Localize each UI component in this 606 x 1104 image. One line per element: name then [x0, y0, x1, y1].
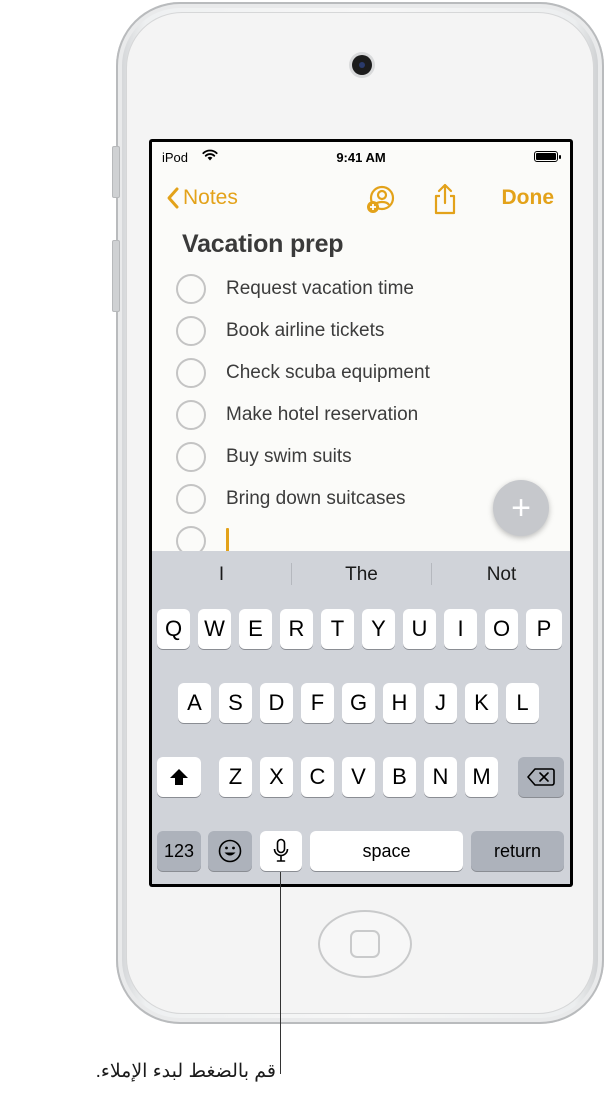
- numbers-key[interactable]: 123: [157, 831, 201, 871]
- key-y[interactable]: Y: [362, 609, 395, 649]
- home-button[interactable]: [318, 910, 412, 978]
- checklist-item[interactable]: Make hotel reservation: [176, 394, 566, 436]
- key-z[interactable]: Z: [219, 757, 252, 797]
- predictive-bar: I The Not: [152, 551, 570, 597]
- checkbox-circle[interactable]: [176, 358, 206, 388]
- checklist-item-label: Check scuba equipment: [226, 362, 430, 383]
- share-people-icon[interactable]: [364, 184, 396, 216]
- key-g[interactable]: G: [342, 683, 375, 723]
- shift-icon: [170, 769, 188, 785]
- return-key[interactable]: return: [471, 831, 564, 871]
- key-i[interactable]: I: [444, 609, 477, 649]
- key-r[interactable]: R: [280, 609, 313, 649]
- key-k[interactable]: K: [465, 683, 498, 723]
- done-button[interactable]: Done: [502, 186, 555, 210]
- checklist-item[interactable]: Buy swim suits: [176, 436, 566, 478]
- key-n[interactable]: N: [424, 757, 457, 797]
- emoji-icon: [218, 839, 242, 863]
- share-icon[interactable]: [431, 182, 459, 216]
- checklist-item-label: Request vacation time: [226, 278, 414, 299]
- battery-icon: [534, 151, 561, 162]
- key-c[interactable]: C: [301, 757, 334, 797]
- checklist-item-label: Bring down suitcases: [226, 488, 406, 509]
- checkbox-circle[interactable]: [176, 400, 206, 430]
- key-h[interactable]: H: [383, 683, 416, 723]
- key-x[interactable]: X: [260, 757, 293, 797]
- key-a[interactable]: A: [178, 683, 211, 723]
- key-q[interactable]: Q: [157, 609, 190, 649]
- suggestion-3[interactable]: Not: [432, 564, 570, 586]
- note-nav-bar: Notes Done: [152, 180, 570, 220]
- key-b[interactable]: B: [383, 757, 416, 797]
- checklist-item-label: Book airline tickets: [226, 320, 385, 341]
- space-key[interactable]: space: [310, 831, 463, 871]
- key-w[interactable]: W: [198, 609, 231, 649]
- key-m[interactable]: M: [465, 757, 498, 797]
- checklist-item-label: Make hotel reservation: [226, 404, 419, 425]
- key-j[interactable]: J: [424, 683, 457, 723]
- display: iPod 9:41 AM Notes Done Vacation prep Re…: [152, 142, 570, 884]
- volume-up-button: [112, 146, 120, 198]
- status-time: 9:41 AM: [336, 150, 386, 165]
- delete-key[interactable]: [518, 757, 564, 797]
- checkbox-circle[interactable]: [176, 484, 206, 514]
- checklist-item[interactable]: Request vacation time: [176, 268, 566, 310]
- key-o[interactable]: O: [485, 609, 518, 649]
- checklist-item[interactable]: Book airline tickets: [176, 310, 566, 352]
- back-to-notes-button[interactable]: Notes: [166, 186, 238, 210]
- add-button[interactable]: +: [493, 480, 549, 536]
- shift-key[interactable]: [157, 757, 201, 797]
- key-d[interactable]: D: [260, 683, 293, 723]
- status-bar: iPod 9:41 AM: [152, 142, 570, 170]
- callout-line: [280, 872, 281, 1074]
- checkbox-circle[interactable]: [176, 442, 206, 472]
- key-l[interactable]: L: [506, 683, 539, 723]
- dictation-key[interactable]: [260, 831, 302, 871]
- suggestion-2[interactable]: The: [292, 564, 431, 586]
- key-u[interactable]: U: [403, 609, 436, 649]
- key-s[interactable]: S: [219, 683, 252, 723]
- key-t[interactable]: T: [321, 609, 354, 649]
- chevron-left-icon: [167, 187, 179, 209]
- plus-icon: +: [511, 489, 531, 527]
- note-title[interactable]: Vacation prep: [182, 230, 344, 259]
- checkbox-circle[interactable]: [176, 316, 206, 346]
- suggestion-1[interactable]: I: [152, 564, 291, 586]
- checkbox-circle[interactable]: [176, 274, 206, 304]
- key-f[interactable]: F: [301, 683, 334, 723]
- callout-text: قم بالضغط لبدء الإملاء.: [95, 1061, 276, 1082]
- delete-icon: [527, 768, 555, 786]
- key-v[interactable]: V: [342, 757, 375, 797]
- checklist-item-label: Buy swim suits: [226, 446, 352, 467]
- microphone-icon: [273, 838, 289, 862]
- keyboard: I The Not Q W E R T Y U I O P A S D F G …: [152, 551, 570, 884]
- key-e[interactable]: E: [239, 609, 272, 649]
- checklist-item[interactable]: Check scuba equipment: [176, 352, 566, 394]
- front-camera: [352, 55, 372, 75]
- screen: iPod 9:41 AM Notes Done Vacation prep Re…: [149, 139, 573, 887]
- key-p[interactable]: P: [526, 609, 562, 649]
- back-label: Notes: [183, 186, 238, 209]
- volume-down-button: [112, 240, 120, 312]
- emoji-key[interactable]: [208, 831, 252, 871]
- home-button-square: [350, 930, 380, 958]
